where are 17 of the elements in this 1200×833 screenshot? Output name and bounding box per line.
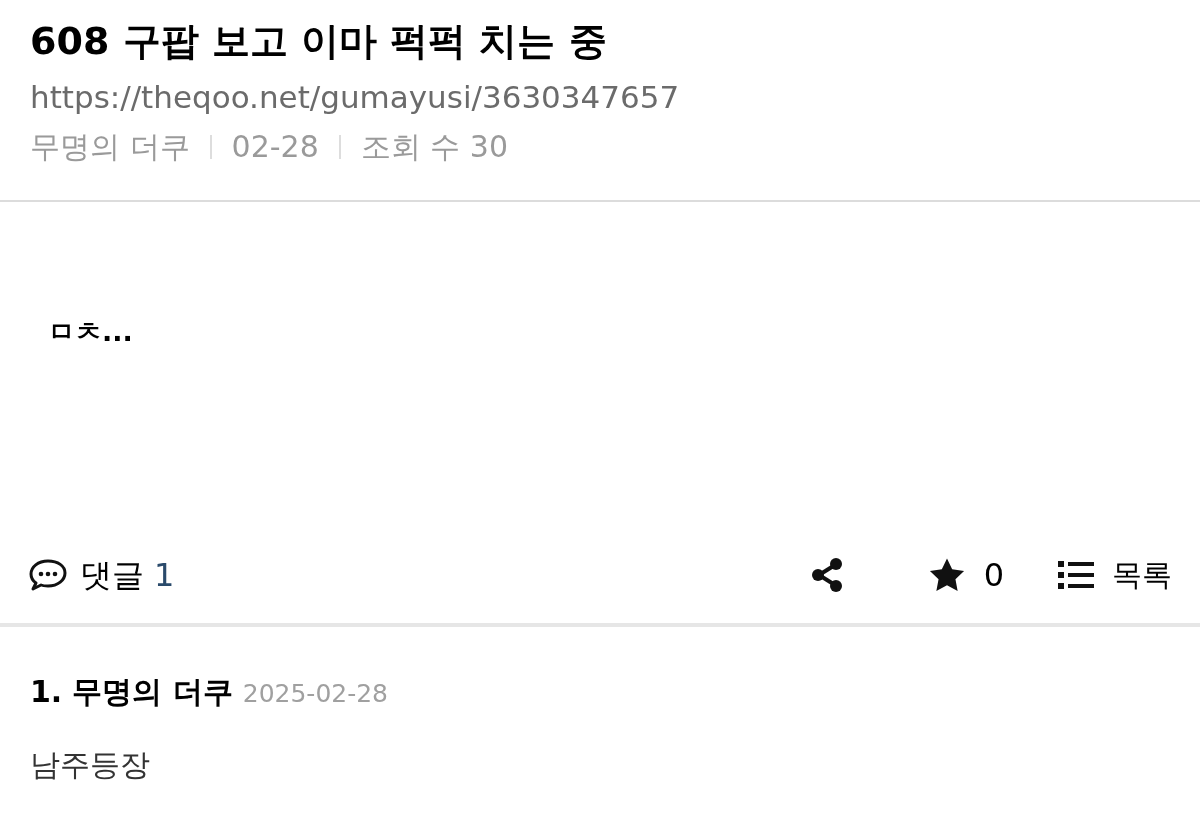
speech-bubble-icon [28, 557, 68, 592]
comment-label: 댓글 [80, 554, 144, 596]
list-icon [1058, 559, 1094, 590]
post-meta: 02-28 [231, 128, 319, 166]
post-title: 608 구팝 보고 이마 퍽퍽 치는 중 [30, 18, 608, 65]
comment-text: 남주등장 [30, 745, 151, 784]
share-icon [809, 556, 844, 593]
post-meta: 무명의 더쿠 [30, 128, 190, 166]
comment-count: 1 [154, 554, 175, 596]
post-url[interactable]: https://theqoo.net/gumayusi/3630347657 [30, 77, 1170, 117]
comment-number: 1. [30, 672, 63, 711]
star-button[interactable]: 0 [927, 550, 1004, 599]
post-body: ㅁㅊ... [48, 314, 134, 349]
list-button[interactable]: 목록 [1058, 552, 1172, 598]
comment-date: 2025-02-28 [242, 677, 389, 710]
post-meta: 조회 수 30 [360, 128, 508, 166]
comment-author: 무명의 더쿠 [72, 672, 233, 711]
